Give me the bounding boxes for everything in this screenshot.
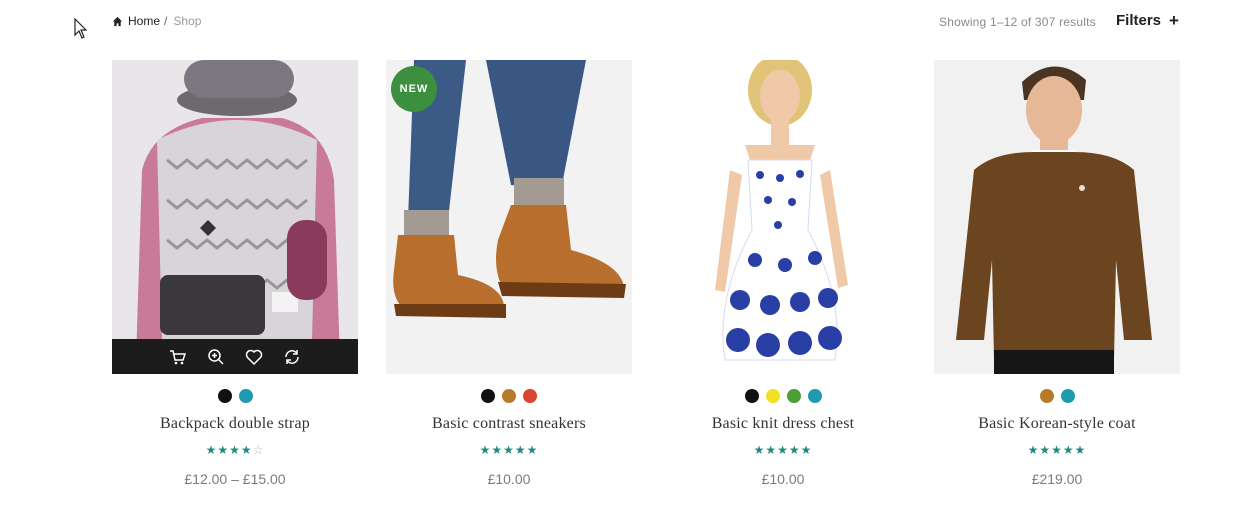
home-icon: [112, 16, 123, 26]
product-card: NEW Basic contrast sneakers ★★★★★ £10.00: [386, 60, 632, 487]
mouse-cursor-icon: [74, 18, 88, 39]
new-badge: NEW: [391, 66, 437, 112]
star-filled-icon: ★: [765, 443, 778, 457]
color-swatch[interactable]: [523, 389, 537, 403]
star-filled-icon: ★: [1027, 443, 1040, 457]
breadcrumb-separator: /: [164, 14, 168, 28]
color-swatch[interactable]: [765, 389, 780, 403]
refresh-icon: [285, 349, 299, 364]
rating-stars: ★★★★☆: [112, 443, 358, 457]
color-swatches: [112, 389, 358, 403]
color-swatch[interactable]: [807, 389, 822, 403]
color-swatch[interactable]: [744, 389, 759, 403]
plus-icon: +: [1169, 11, 1179, 30]
product-card: Basic Korean-style coat ★★★★★ £219.00: [934, 60, 1180, 487]
star-filled-icon: ★: [777, 443, 789, 457]
breadcrumb: Home / Shop: [112, 14, 201, 28]
star-filled-icon: ★: [526, 443, 539, 457]
color-swatches: [934, 389, 1180, 403]
filters-label: Filters: [1116, 12, 1162, 29]
star-filled-icon: ★: [205, 443, 218, 457]
color-swatch[interactable]: [217, 389, 232, 403]
color-swatch[interactable]: [238, 389, 253, 403]
star-filled-icon: ★: [753, 443, 766, 457]
product-image[interactable]: NEW: [386, 60, 632, 374]
product-image[interactable]: [934, 60, 1180, 374]
color-swatches: [660, 389, 906, 403]
star-filled-icon: ★: [491, 443, 504, 457]
color-swatch[interactable]: [786, 389, 801, 403]
color-swatch[interactable]: [1039, 389, 1054, 403]
star-filled-icon: ★: [229, 443, 241, 457]
color-swatch[interactable]: [481, 389, 495, 403]
color-swatch[interactable]: [502, 389, 516, 403]
add-to-cart-button[interactable]: [168, 347, 188, 367]
cart-icon: [170, 349, 187, 364]
product-card: Backpack double strap ★★★★☆ £12.00 – £15…: [112, 60, 358, 487]
backpack-photo: [112, 60, 358, 374]
product-name[interactable]: Basic knit dress chest: [660, 415, 906, 433]
product-price: £10.00: [487, 471, 531, 487]
product-price: £219.00: [1031, 471, 1083, 487]
product-name[interactable]: Basic Korean-style coat: [934, 415, 1180, 433]
star-filled-icon: ★: [1051, 443, 1063, 457]
product-price: £10.00: [761, 471, 805, 487]
star-filled-icon: ★: [1039, 443, 1052, 457]
star-filled-icon: ★: [479, 443, 492, 457]
rating-stars: ★★★★★: [660, 443, 906, 457]
quick-view-button[interactable]: [206, 347, 226, 367]
color-swatch[interactable]: [1060, 389, 1075, 403]
compare-button[interactable]: [282, 347, 302, 367]
star-filled-icon: ★: [1062, 443, 1075, 457]
zoom-icon: [208, 348, 224, 365]
star-filled-icon: ★: [800, 443, 813, 457]
product-card: Basic knit dress chest ★★★★★ £10.00: [660, 60, 906, 487]
breadcrumb-current: Shop: [173, 14, 202, 28]
product-image[interactable]: [660, 60, 906, 374]
product-image[interactable]: [112, 60, 358, 374]
heart-icon: [245, 349, 263, 365]
rating-stars: ★★★★★: [934, 443, 1180, 457]
star-filled-icon: ★: [1074, 443, 1087, 457]
star-filled-icon: ★: [514, 443, 527, 457]
star-filled-icon: ★: [217, 443, 230, 457]
product-name[interactable]: Backpack double strap: [112, 415, 358, 433]
filters-toggle[interactable]: Filters +: [1116, 12, 1179, 29]
dress-photo: [660, 60, 906, 374]
product-actions-bar: [112, 339, 358, 374]
sweater-photo: [934, 60, 1180, 374]
wishlist-button[interactable]: [244, 347, 264, 367]
product-name[interactable]: Basic contrast sneakers: [386, 415, 632, 433]
breadcrumb-home-link[interactable]: Home: [128, 14, 160, 28]
color-swatches: [386, 389, 632, 403]
star-filled-icon: ★: [240, 443, 253, 457]
rating-stars: ★★★★★: [386, 443, 632, 457]
star-filled-icon: ★: [788, 443, 801, 457]
star-empty-icon: ☆: [252, 443, 265, 457]
result-count: Showing 1–12 of 307 results: [939, 15, 1096, 29]
product-price: £12.00 – £15.00: [184, 471, 286, 487]
star-filled-icon: ★: [503, 443, 515, 457]
